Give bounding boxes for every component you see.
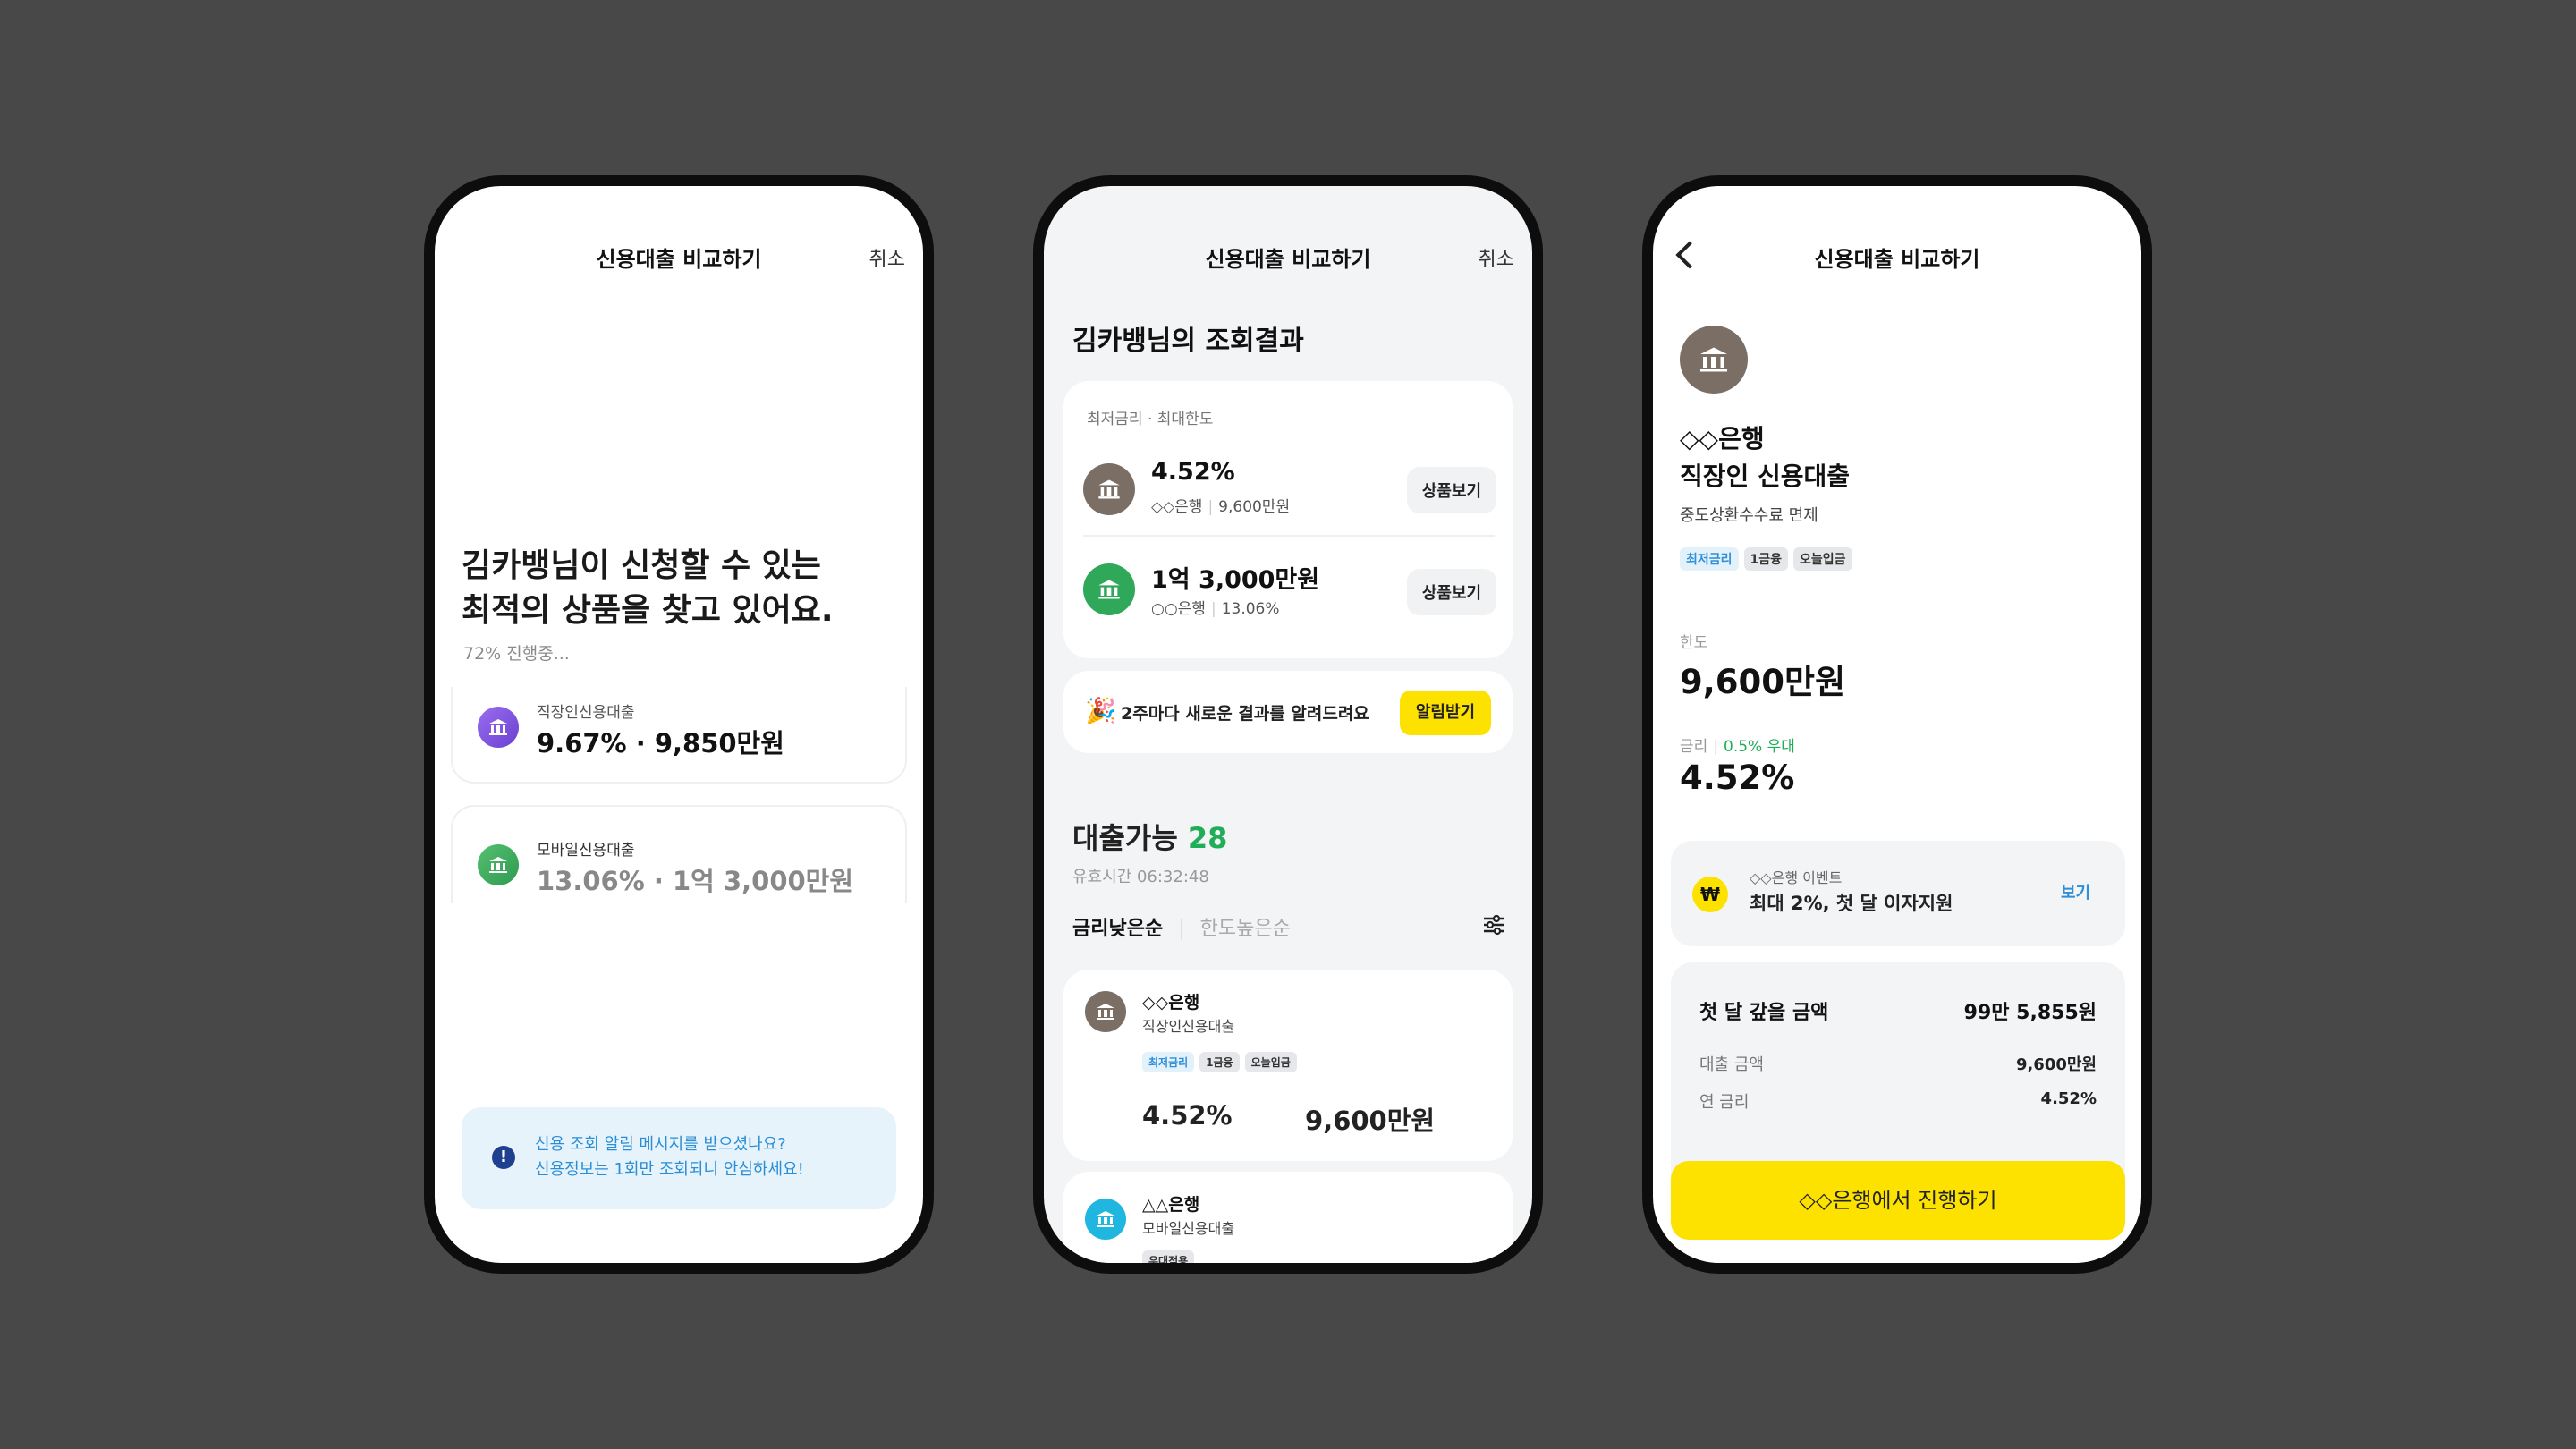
limit-value: 9,600만원 — [1680, 663, 1846, 701]
limit-label: 한도 — [1680, 634, 1708, 652]
event-text: 최대 2%, 첫 달 이자지원 — [1750, 893, 1953, 914]
notice-line: 신용정보는 1회만 조회되니 안심하세요! — [535, 1160, 804, 1179]
header: 신용대출 비교하기 — [1653, 241, 2141, 277]
header: 신용대출 비교하기 취소 — [1044, 242, 1532, 277]
view-product-button[interactable]: 상품보기 — [1407, 569, 1496, 615]
loan-card-name: 직장인신용대출 — [537, 704, 635, 722]
loan-card-name: 모바일신용대출 — [537, 842, 635, 860]
bank-icon — [1083, 564, 1135, 615]
tag: 1금융 — [1743, 547, 1789, 571]
event-card[interactable]: ₩ ◇◇은행 이벤트 최대 2%, 첫 달 이자지원 보기 — [1671, 841, 2125, 946]
tag: 최저금리 — [1680, 547, 1739, 571]
valid-time: 유효시간 06:32:48 — [1072, 868, 1209, 886]
summary-item: 4.52% ◇◇은행 | 9,600만원 상품보기 — [1083, 458, 1496, 537]
product-name: 직장인 신용대출 — [1680, 462, 1851, 491]
loan-card-value: 9.67% · 9,850만원 — [537, 728, 784, 758]
loan-list-item[interactable]: ◇◇은행 직장인신용대출 최저금리 1금융 오늘입금 4.52% 9,600만원 — [1063, 970, 1513, 1161]
detail-row-label: 대출 금액 — [1699, 1055, 1764, 1074]
bank-name: △△은행 — [1142, 1195, 1200, 1215]
loan-card-value: 13.06% · 1억 3,000만원 — [537, 866, 854, 896]
filter-icon[interactable] — [1482, 914, 1505, 936]
tag: 1금융 — [1199, 1052, 1240, 1072]
bank-name: ◇◇은행 — [1142, 993, 1200, 1013]
rate-discount: 0.5% 우대 — [1724, 738, 1795, 756]
alert-card: 🎉 2주마다 새로운 결과를 알려드려요 알림받기 — [1063, 671, 1513, 753]
product-name: 직장인신용대출 — [1142, 1018, 1235, 1035]
loan-limit: 9,600만원 — [1305, 1106, 1436, 1136]
summary-sub: 9,600만원 — [1218, 498, 1291, 516]
rate-label-row: 금리 | 0.5% 우대 — [1680, 738, 1795, 756]
tag-list: 최저금리 1금융 오늘입금 — [1142, 1052, 1302, 1072]
available-count: 대출가능 28 — [1072, 821, 1228, 855]
loan-rate: 4.52% — [1142, 1100, 1233, 1131]
summary-main: 4.52% — [1151, 458, 1235, 486]
progress-text: 72% 진행중... — [463, 644, 570, 664]
phone-searching-screen: 신용대출 비교하기 취소 김카뱅님이 신청할 수 있는 최적의 상품을 찾고 있… — [424, 175, 934, 1274]
summary-main: 1억 3,000만원 — [1151, 566, 1320, 594]
loan-card: 모바일신용대출 13.06% · 1억 3,000만원 — [451, 805, 907, 903]
bank-icon — [1680, 326, 1748, 394]
bank-icon — [1083, 463, 1135, 515]
detail-row-label: 연 금리 — [1699, 1093, 1750, 1112]
page-title: 신용대출 비교하기 — [1205, 247, 1371, 272]
summary-card: 최저금리 · 최대한도 4.52% ◇◇은행 | 9,600만원 상품보기 1억 3… — [1063, 381, 1513, 658]
bank-icon — [1085, 991, 1126, 1032]
tag-list: 최저금리 1금융 오늘입금 — [1680, 547, 1858, 571]
product-name: 모바일신용대출 — [1142, 1220, 1235, 1237]
fee-note: 중도상환수수료 면제 — [1680, 506, 1818, 525]
bank-name: ○○은행 — [1151, 600, 1206, 618]
bank-icon — [478, 707, 519, 748]
tag: 오늘입금 — [1793, 547, 1852, 571]
tag: 최저금리 — [1142, 1052, 1195, 1072]
won-coin-icon: ₩ — [1692, 877, 1728, 912]
sort-tab-rate[interactable]: 금리낮은순 — [1072, 918, 1163, 940]
tag: 우대적용 — [1142, 1250, 1195, 1263]
phone-results-screen: 신용대출 비교하기 취소 김카뱅님의 조회결과 최저금리 · 최대한도 4.52… — [1033, 175, 1543, 1274]
sort-tab-limit[interactable]: 한도높은순 — [1200, 918, 1291, 940]
header: 신용대출 비교하기 취소 — [435, 242, 923, 277]
summary-label: 최저금리 · 최대한도 — [1087, 411, 1214, 428]
first-month-value: 99만 5,855원 — [1963, 1002, 2097, 1024]
bank-icon — [478, 844, 519, 886]
sort-tabs: 금리낮은순 | 한도높은순 — [1072, 918, 1291, 940]
notify-button[interactable]: 알림받기 — [1400, 691, 1491, 735]
summary-item: 1억 3,000만원 ○○은행 | 13.06% 상품보기 — [1083, 560, 1496, 637]
detail-row-value: 9,600만원 — [2015, 1055, 2097, 1074]
summary-sub: 13.06% — [1221, 600, 1280, 618]
repayment-card: 첫 달 갚을 금액 99만 5,855원 대출 금액 9,600만원 연 금리 … — [1671, 962, 2125, 1195]
page-title: 신용대출 비교하기 — [596, 247, 762, 272]
product-heading: ◇◇은행 직장인 신용대출 — [1680, 420, 1850, 496]
event-view-button[interactable]: 보기 — [2061, 880, 2090, 903]
notice-line: 신용 조회 알림 메시지를 받으셨나요? — [535, 1135, 786, 1154]
first-month-label: 첫 달 갚을 금액 — [1699, 1002, 1829, 1024]
headline: 김카뱅님이 신청할 수 있는 최적의 상품을 찾고 있어요. — [462, 547, 834, 629]
tag: 오늘입금 — [1244, 1052, 1297, 1072]
cancel-button[interactable]: 취소 — [1479, 243, 1514, 272]
bank-name: ◇◇은행 — [1151, 498, 1203, 516]
available-number: 28 — [1187, 821, 1228, 855]
view-product-button[interactable]: 상품보기 — [1407, 467, 1496, 513]
tag-list: 우대적용 — [1142, 1250, 1199, 1263]
rate-value: 4.52% — [1680, 758, 1795, 797]
event-label: ◇◇은행 이벤트 — [1750, 869, 1843, 886]
loan-list-item[interactable]: △△은행 모바일신용대출 우대적용 — [1063, 1172, 1513, 1263]
proceed-button[interactable]: ◇◇은행에서 진행하기 — [1671, 1161, 2125, 1240]
result-title: 김카뱅님의 조회결과 — [1072, 326, 1304, 357]
credit-notice: ! 신용 조회 알림 메시지를 받으셨나요? 신용정보는 1회만 조회되니 안심… — [462, 1107, 896, 1209]
phone-product-detail-screen: 신용대출 비교하기 ◇◇은행 직장인 신용대출 중도상환수수료 면제 최저금리 1… — [1642, 175, 2152, 1274]
cancel-button[interactable]: 취소 — [869, 243, 905, 272]
alert-text: 2주마다 새로운 결과를 알려드려요 — [1121, 704, 1369, 724]
loan-card: 직장인신용대출 9.67% · 9,850만원 — [451, 687, 907, 784]
bank-name: ◇◇은행 — [1680, 424, 1765, 453]
info-icon: ! — [492, 1146, 515, 1169]
bank-icon — [1085, 1199, 1126, 1240]
party-popper-icon: 🎉 — [1085, 696, 1116, 725]
page-title: 신용대출 비교하기 — [1814, 247, 1980, 272]
detail-row-value: 4.52% — [2040, 1089, 2097, 1108]
